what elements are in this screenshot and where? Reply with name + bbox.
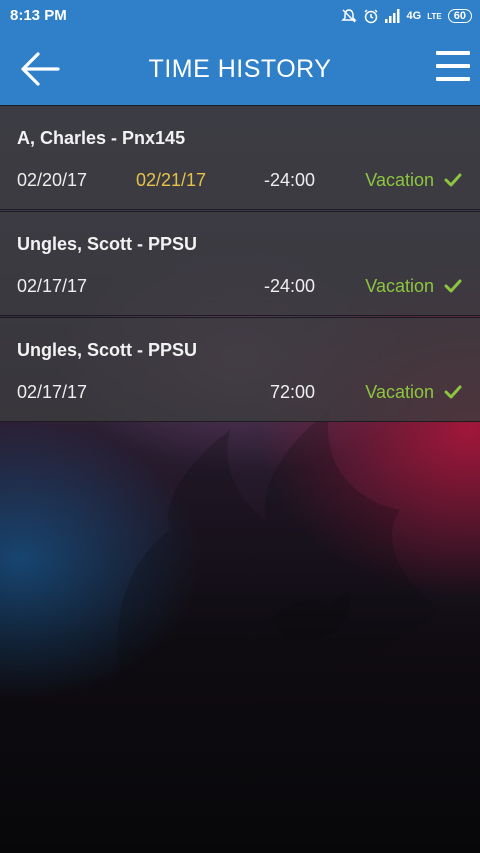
start-date: 02/17/17 <box>17 276 88 296</box>
employee-name: Ungles, Scott - PPSU <box>17 340 198 360</box>
time-type: Vacation <box>365 382 434 402</box>
checkmark-icon <box>444 385 462 399</box>
hours: -24:00 <box>263 276 315 296</box>
employee-name: Ungles, Scott - PPSU <box>17 234 198 254</box>
app-bar: TIME HISTORY <box>0 33 480 105</box>
start-date: 02/17/17 <box>17 382 88 402</box>
time-history-list: A, Charles - Pnx145 02/20/17 02/21/17 -2… <box>0 105 480 422</box>
start-date: 02/20/17 <box>17 170 88 190</box>
checkmark-icon <box>444 173 462 187</box>
time-type: Vacation <box>365 170 434 190</box>
list-item[interactable]: Ungles, Scott - PPSU 02/17/17 -24:00 Vac… <box>0 211 480 316</box>
end-date: 02/21/17 <box>136 170 207 190</box>
hours: 72:00 <box>269 382 315 402</box>
hours: -24:00 <box>263 170 315 190</box>
status-bar: 8:13 PM 4G LTE 60 <box>0 0 480 33</box>
page-title: TIME HISTORY <box>148 55 332 83</box>
hamburger-menu-icon[interactable] <box>436 51 470 87</box>
network-type: 4G <box>406 10 422 22</box>
volte-indicator: LTE <box>427 11 442 21</box>
background-flame-emblem <box>117 410 440 680</box>
employee-name: A, Charles - Pnx145 <box>17 128 186 148</box>
status-icons: 4G LTE 60 <box>340 5 472 27</box>
alarm-icon <box>364 9 378 24</box>
checkmark-icon <box>444 279 462 293</box>
list-item[interactable]: A, Charles - Pnx145 02/20/17 02/21/17 -2… <box>0 105 480 210</box>
list-item[interactable]: Ungles, Scott - PPSU 02/17/17 72:00 Vaca… <box>0 317 480 422</box>
battery-level: 60 <box>447 9 472 23</box>
mute-icon <box>340 9 357 23</box>
signal-icon <box>384 9 400 23</box>
time-type: Vacation <box>365 276 434 296</box>
status-time: 8:13 PM <box>10 7 67 24</box>
